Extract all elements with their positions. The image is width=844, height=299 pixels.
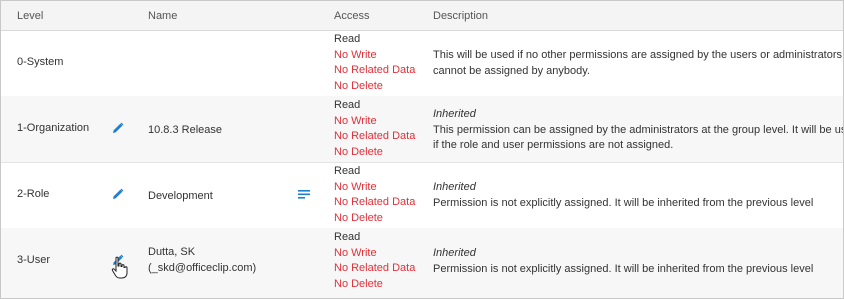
level-cell: 0-System [17,56,64,68]
level-cell: 1-Organization [17,122,90,134]
description-cell: Inherited Permission is not explicitly a… [433,180,843,211]
access-no-delete: No Delete [334,278,383,291]
hand-pointer-cursor-icon [111,256,129,280]
access-no-related-data: No Related Data [334,262,416,275]
level-cell: 3-User [17,254,51,266]
access-cell: Read No Write No Related Data No Delete [334,164,415,227]
inherited-label: Inherited [433,108,476,120]
header-name[interactable]: Name [148,10,177,22]
description-line: Permission is not explicitly assigned. I… [433,196,814,209]
header-level[interactable]: Level [17,10,43,22]
access-read: Read [334,165,361,177]
access-no-delete: No Delete [334,80,383,93]
edit-icon[interactable] [112,122,124,134]
access-cell: Read No Write No Related Data No Delete [334,98,415,161]
permissions-table: Level Name Access Description 0-System R… [0,0,844,299]
name-cell: Development [148,190,213,202]
access-no-related-data: No Related Data [334,196,416,209]
table-row-role: 2-Role Development Read No Write No Rela… [1,162,843,229]
description-cell: Inherited This permission can be assigne… [433,107,844,154]
access-read: Read [334,33,361,45]
description-cell: This will be used if no other permission… [433,48,844,79]
edit-icon[interactable] [112,188,124,200]
table-header: Level Name Access Description [1,1,843,31]
access-no-write: No Write [334,48,377,61]
inherited-label: Inherited [433,181,476,193]
description-line: cannot be assigned by anybody. [433,64,590,77]
level-cell: 2-Role [17,188,50,200]
header-description[interactable]: Description [433,10,488,22]
access-no-write: No Write [334,180,377,193]
access-no-related-data: No Related Data [334,64,416,77]
access-read: Read [334,99,361,111]
access-no-write: No Write [334,246,377,259]
description-line: Permission is not explicitly assigned. I… [433,262,814,275]
description-cell: Inherited Permission is not explicitly a… [433,246,843,277]
access-no-delete: No Delete [334,146,383,159]
table-row-system: 0-System Read No Write No Related Data N… [1,30,843,97]
access-no-delete: No Delete [334,212,383,225]
access-no-related-data: No Related Data [334,130,416,143]
header-access[interactable]: Access [334,10,369,22]
inherited-label: Inherited [433,247,476,259]
access-read: Read [334,231,361,243]
description-line: This permission can be assigned by the a… [433,123,844,136]
table-row-organization: 1-Organization 10.8.3 Release Read No Wr… [1,96,843,163]
access-cell: Read No Write No Related Data No Delete [334,230,415,293]
user-email: (_skd@officeclip.com) [148,262,257,274]
notes-list-icon[interactable] [297,189,311,201]
description-line: This will be used if no other permission… [433,49,844,61]
name-cell: 10.8.3 Release [148,124,222,136]
name-cell: Dutta, SK (_skd@officeclip.com) [148,244,256,276]
access-no-write: No Write [334,114,377,127]
user-name: Dutta, SK [148,246,196,258]
description-line: if the role and user permissions are not… [433,139,674,151]
access-cell: Read No Write No Related Data No Delete [334,32,415,95]
